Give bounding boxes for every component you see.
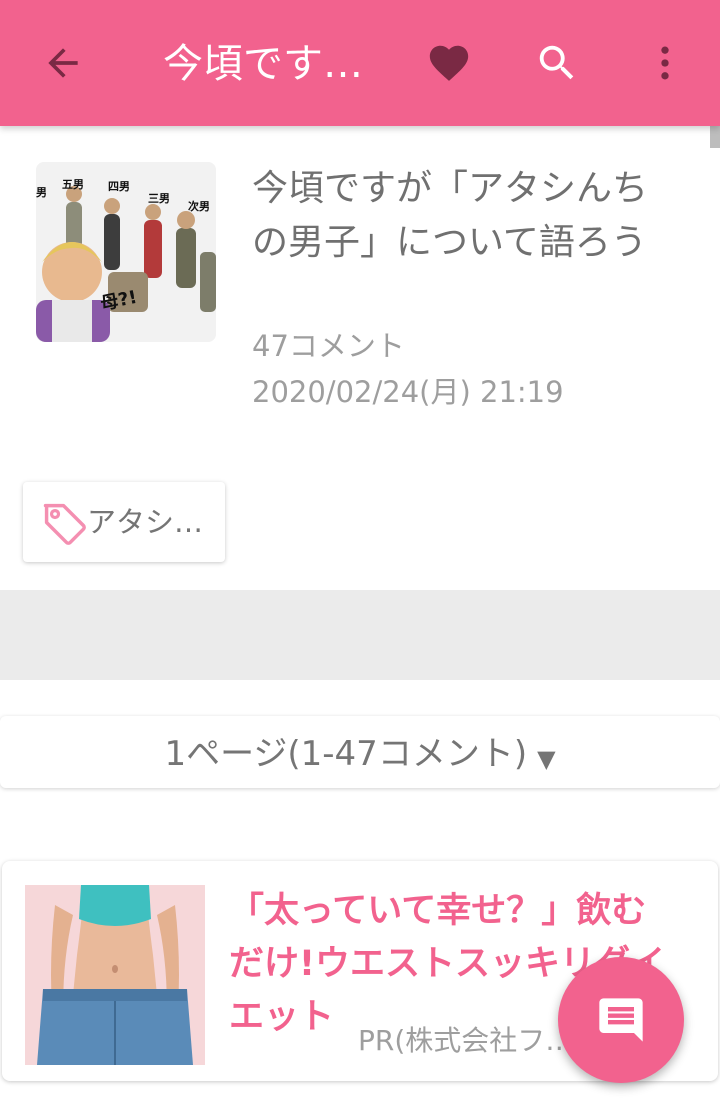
article-thumbnail: 男 五男 四男 三男 次男 母?! bbox=[36, 162, 216, 342]
tag-icon bbox=[43, 503, 86, 545]
ad-image bbox=[25, 885, 205, 1065]
tag-chip[interactable]: アタシ… bbox=[23, 482, 225, 562]
search-icon bbox=[539, 45, 574, 80]
favorite-button[interactable] bbox=[414, 28, 484, 98]
article-title: 今頃ですが「アタシんちの男子」について語ろう bbox=[252, 168, 649, 263]
section-divider bbox=[0, 590, 720, 680]
app-screen: 今頃です… 男 五男 四男 三男 次男 母?! 今頃ですが「アタシんちの男子」に… bbox=[0, 0, 720, 1118]
comment-fab[interactable] bbox=[558, 957, 684, 1083]
dropdown-arrow-icon: ▼ bbox=[537, 745, 556, 773]
thumbnail-label: 三男 bbox=[148, 192, 170, 205]
more-vertical-icon bbox=[661, 46, 669, 80]
posted-datetime: 2020/02/24(月) 21:19 bbox=[252, 375, 564, 409]
comment-count: 47コメント bbox=[252, 329, 405, 363]
page-selector[interactable]: 1ページ(1-47コメント) ▼ bbox=[0, 716, 720, 788]
back-button[interactable] bbox=[28, 28, 98, 98]
more-options-button[interactable] bbox=[630, 28, 700, 98]
thumbnail-label: 四男 bbox=[108, 180, 130, 193]
thumbnail-label: 五男 bbox=[62, 178, 84, 191]
thumbnail-label: 男 bbox=[36, 186, 47, 199]
comment-icon bbox=[599, 998, 643, 1042]
page-title: 今頃です… bbox=[163, 41, 363, 87]
search-button[interactable] bbox=[522, 28, 592, 98]
thumbnail-label: 次男 bbox=[188, 199, 210, 213]
scrollbar-thumb[interactable] bbox=[710, 126, 720, 148]
heart-icon bbox=[429, 45, 469, 81]
page-selector-label: 1ページ(1-47コメント) bbox=[164, 734, 528, 774]
arrow-left-icon bbox=[48, 48, 78, 78]
app-bar: 今頃です… bbox=[0, 0, 720, 126]
tag-label: アタシ… bbox=[87, 505, 204, 539]
